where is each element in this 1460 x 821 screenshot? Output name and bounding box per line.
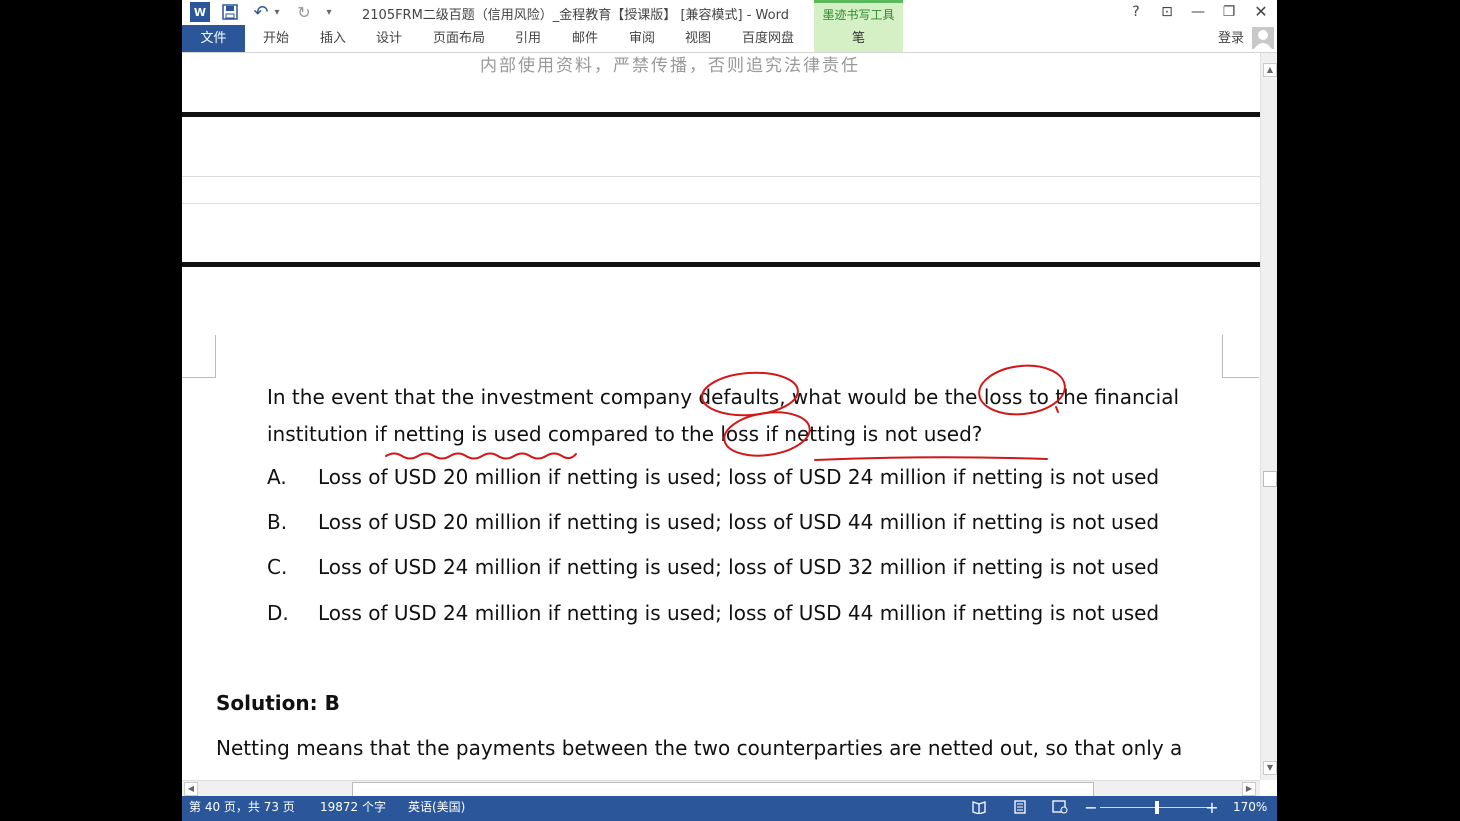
scroll-right-icon[interactable]: ▶ <box>1242 782 1256 796</box>
read-mode-icon[interactable] <box>971 800 987 816</box>
document-title: 2105FRM二级百题（信用风险）_金程教育【授课版】 [兼容模式] - Wor… <box>362 8 789 23</box>
tab-view[interactable]: 视图 <box>677 25 719 52</box>
print-layout-icon[interactable] <box>1012 800 1028 816</box>
header-divider <box>182 203 1260 204</box>
tab-review[interactable]: 审阅 <box>621 25 663 52</box>
status-bar: 第 40 页，共 73 页 19872 个字 英语(美国) − + 170% <box>182 796 1277 821</box>
ribbon-display-options-button[interactable]: ⊡ <box>1154 2 1180 22</box>
scroll-up-icon[interactable]: ▲ <box>1263 63 1277 77</box>
ribbon-tab-bar: 文件 开始 插入 设计 页面布局 引用 邮件 审阅 视图 百度网盘 笔 登录 <box>182 25 1277 53</box>
minimize-button[interactable]: — <box>1185 2 1211 22</box>
horizontal-scroll-thumb[interactable] <box>352 782 1094 797</box>
zoom-in-button[interactable]: + <box>1204 800 1220 816</box>
avatar[interactable] <box>1252 27 1274 49</box>
page-break-line-bottom <box>182 262 1260 267</box>
title-bar: W ↶ ▾ ↻ ▾ 2105FRM二级百题（信用风险）_金程教育【授课版】 [兼… <box>182 0 1277 25</box>
option-c-text: Loss of USD 24 million if netting is use… <box>318 555 1160 579</box>
close-button[interactable]: ✕ <box>1248 2 1274 22</box>
option-b-letter: B. <box>267 510 288 534</box>
vertical-scroll-thumb[interactable] <box>1263 471 1277 487</box>
sign-in-link[interactable]: 登录 <box>1218 25 1244 52</box>
question-line-2: institution if netting is used compared … <box>267 422 983 446</box>
customize-toolbar-icon[interactable]: ▾ <box>323 2 335 22</box>
tab-mailings[interactable]: 邮件 <box>564 25 606 52</box>
header-divider <box>182 176 1260 177</box>
scroll-down-icon[interactable]: ▼ <box>1263 761 1277 775</box>
crop-mark-left <box>182 335 216 378</box>
restore-button[interactable]: ❐ <box>1216 2 1242 22</box>
crop-mark-right <box>1222 335 1259 378</box>
tab-file[interactable]: 文件 <box>182 25 245 52</box>
ink-wavy-underline <box>385 452 577 460</box>
word-app-icon[interactable]: W <box>190 2 210 22</box>
tab-insert[interactable]: 插入 <box>312 25 354 52</box>
scroll-left-icon[interactable]: ◀ <box>184 782 198 796</box>
page-break-line-top <box>182 112 1260 117</box>
word-window: W ↶ ▾ ↻ ▾ 2105FRM二级百题（信用风险）_金程教育【授课版】 [兼… <box>182 0 1277 821</box>
option-c-letter: C. <box>267 555 288 579</box>
option-d-text: Loss of USD 24 million if netting is use… <box>318 601 1160 625</box>
document-canvas[interactable]: 内部使用资料，严禁传播，否则追究法律责任 In the event that t… <box>182 53 1260 780</box>
help-button[interactable]: ? <box>1123 2 1149 22</box>
redo-icon[interactable]: ↻ <box>295 2 313 22</box>
horizontal-scrollbar[interactable]: ◀ ▶ <box>182 780 1260 797</box>
ink-underline <box>814 456 1048 461</box>
option-b-text: Loss of USD 20 million if netting is use… <box>318 510 1160 534</box>
header-watermark: 内部使用资料，严禁传播，否则追究法律责任 <box>480 56 860 76</box>
undo-dropdown-icon[interactable]: ▾ <box>272 2 282 22</box>
save-icon[interactable] <box>220 2 240 22</box>
question-line-1: In the event that the investment company… <box>267 385 1180 409</box>
zoom-level[interactable]: 170% <box>1233 796 1267 821</box>
solution-heading: Solution: B <box>216 691 340 715</box>
option-a-letter: A. <box>267 465 287 489</box>
language-indicator[interactable]: 英语(美国) <box>408 796 465 821</box>
solution-text: Netting means that the payments between … <box>216 736 1183 760</box>
vertical-scrollbar[interactable]: ▲ ▼ <box>1260 53 1277 780</box>
word-count[interactable]: 19872 个字 <box>320 796 386 821</box>
tab-baidu-netdisk[interactable]: 百度网盘 <box>735 25 801 52</box>
tab-design[interactable]: 设计 <box>368 25 410 52</box>
ink-tools-context-label: 墨迹书写工具 <box>814 0 903 25</box>
tab-home[interactable]: 开始 <box>255 25 297 52</box>
page-count[interactable]: 第 40 页，共 73 页 <box>189 796 295 821</box>
zoom-slider-thumb[interactable] <box>1155 801 1160 814</box>
option-d-letter: D. <box>267 601 289 625</box>
tab-pen[interactable]: 笔 <box>814 25 903 52</box>
option-a-text: Loss of USD 20 million if netting is use… <box>318 465 1160 489</box>
tab-references[interactable]: 引用 <box>507 25 549 52</box>
tab-page-layout[interactable]: 页面布局 <box>427 25 491 52</box>
zoom-out-button[interactable]: − <box>1083 800 1099 816</box>
undo-icon[interactable]: ↶ <box>252 2 270 23</box>
web-layout-icon[interactable] <box>1052 800 1068 816</box>
ink-annotations <box>385 364 1066 461</box>
